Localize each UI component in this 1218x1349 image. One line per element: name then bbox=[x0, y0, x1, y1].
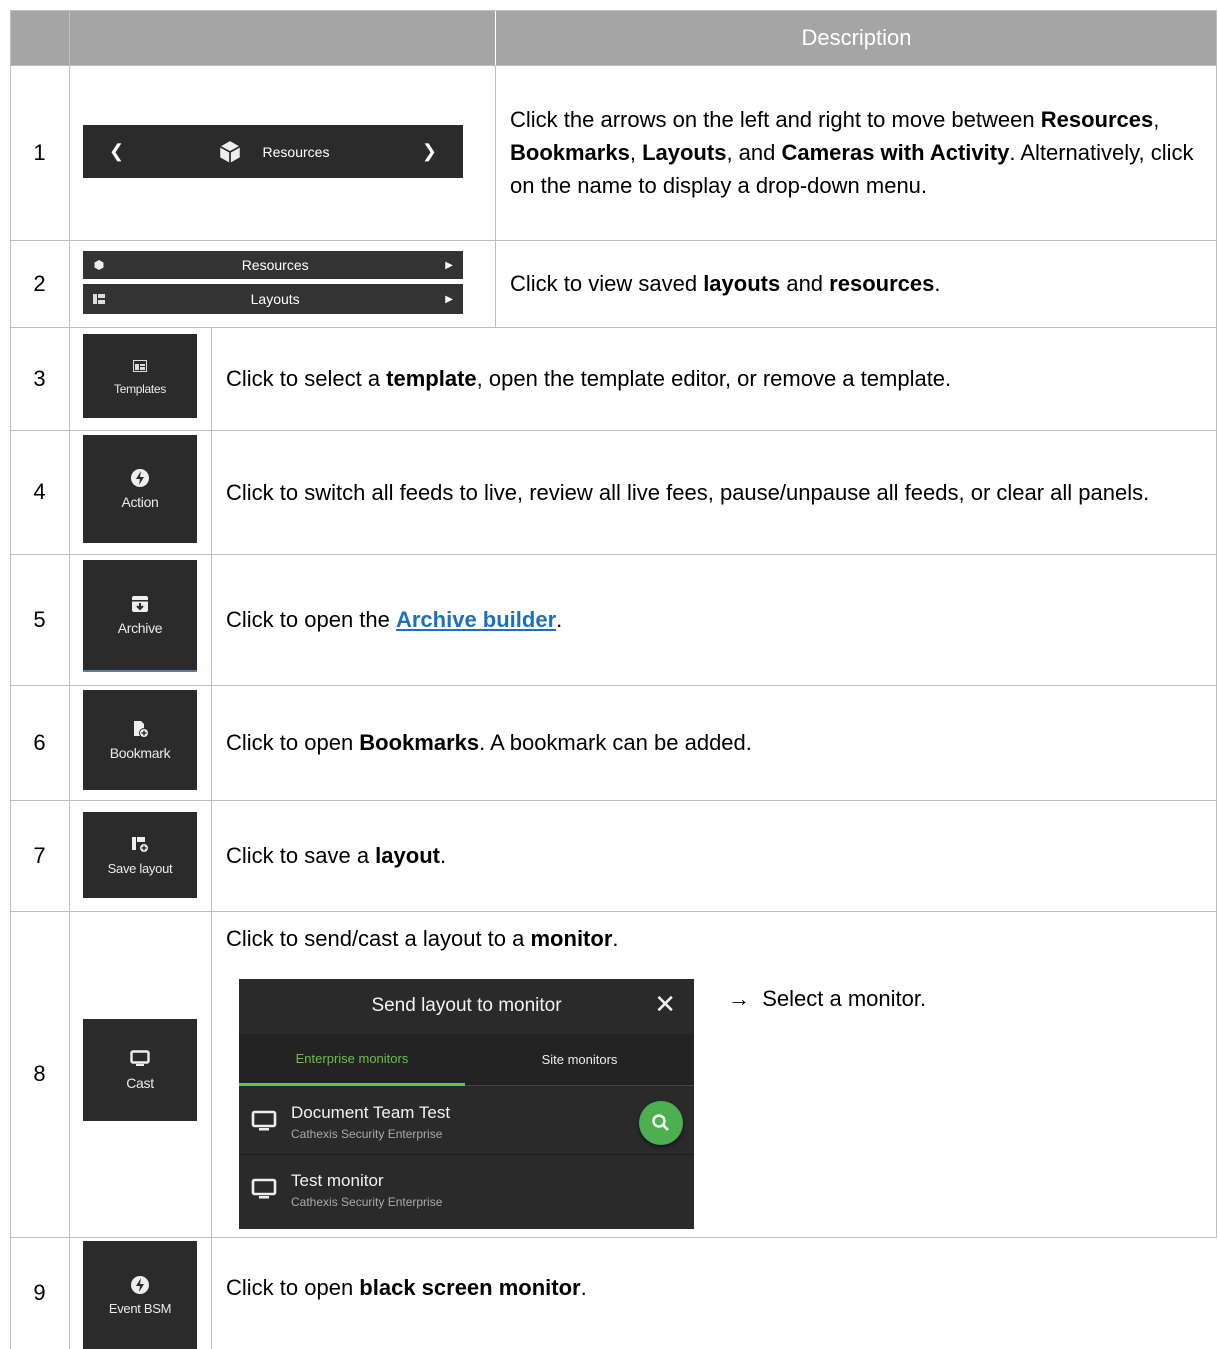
chevron-left-icon[interactable]: ❮ bbox=[109, 141, 124, 162]
row-description: Click to open the Archive builder. bbox=[226, 607, 563, 632]
action-button[interactable]: Action bbox=[83, 435, 197, 543]
dialog-title: Send layout to monitor bbox=[371, 994, 562, 1016]
lightning-icon bbox=[130, 1275, 150, 1295]
caret-right-icon: ▶ bbox=[445, 259, 453, 271]
close-icon[interactable]: ✕ bbox=[654, 991, 676, 1017]
bookmark-label: Bookmark bbox=[109, 745, 171, 761]
search-icon bbox=[652, 1114, 669, 1131]
tab-site-label: Site monitors bbox=[541, 1052, 618, 1067]
cast-button[interactable]: Cast bbox=[83, 1019, 197, 1121]
cube-icon bbox=[219, 140, 240, 163]
tab-site-monitors[interactable]: Site monitors bbox=[465, 1034, 694, 1086]
row-description: Click to select a template, open the tem… bbox=[226, 366, 952, 391]
layout-icon bbox=[93, 294, 105, 304]
monitor-list-item[interactable]: Test monitor Cathexis Security Enterpris… bbox=[239, 1157, 694, 1223]
row-description: Click to open black screen monitor. bbox=[226, 1274, 587, 1300]
bookmark-add-icon bbox=[130, 719, 150, 739]
save-layout-label: Save layout bbox=[107, 860, 173, 876]
templates-icon bbox=[130, 356, 150, 376]
lightning-icon bbox=[130, 468, 150, 488]
layouts-menu-item[interactable]: Layouts ▶ bbox=[83, 284, 463, 314]
resources-menu-item[interactable]: Resources ▶ bbox=[83, 251, 463, 279]
event-bsm-label: Event BSM bbox=[108, 1300, 172, 1316]
archive-button[interactable]: Archive bbox=[83, 560, 197, 672]
row-number: 6 bbox=[33, 729, 46, 755]
row-description: Click to switch all feeds to live, revie… bbox=[226, 479, 1150, 505]
send-layout-dialog: Send layout to monitor ✕ Enterprise moni… bbox=[239, 979, 694, 1229]
row-description: Click to send/cast a layout to a monitor… bbox=[226, 925, 619, 951]
bookmark-button[interactable]: Bookmark bbox=[83, 690, 197, 790]
monitor-name: Document Team Test bbox=[291, 1102, 451, 1122]
row-number: 7 bbox=[33, 842, 46, 868]
header-description: Description bbox=[496, 10, 1217, 65]
templates-label: Templates bbox=[114, 382, 166, 396]
templates-button[interactable]: Templates bbox=[83, 334, 197, 418]
row-description: Click to save a layout. bbox=[226, 843, 447, 868]
row-description: Click to open Bookmarks. A bookmark can … bbox=[226, 730, 752, 755]
row-number: 5 bbox=[33, 606, 46, 632]
resources-label: Resources bbox=[262, 143, 330, 160]
save-layout-button[interactable]: Save layout bbox=[83, 812, 197, 898]
monitor-site: Cathexis Security Enterprise bbox=[291, 1195, 443, 1209]
row-description: Click the arrows on the left and right t… bbox=[510, 107, 1194, 198]
resources-item-label: Resources bbox=[241, 257, 309, 273]
archive-icon bbox=[130, 594, 150, 614]
grid-line bbox=[10, 911, 1217, 912]
cast-label: Cast bbox=[126, 1075, 154, 1091]
grid-line bbox=[10, 10, 1217, 11]
chevron-right-icon[interactable]: ❯ bbox=[422, 141, 437, 162]
cube-icon bbox=[94, 260, 104, 270]
resources-selector[interactable]: Resources bbox=[217, 139, 330, 165]
header-image-cell bbox=[70, 10, 495, 65]
archive-builder-link[interactable]: Archive builder bbox=[396, 607, 556, 632]
tab-enterprise-monitors[interactable]: Enterprise monitors bbox=[239, 1034, 465, 1086]
row-number: 3 bbox=[33, 365, 46, 391]
monitor-icon bbox=[130, 1049, 150, 1069]
monitor-icon bbox=[251, 1110, 277, 1130]
monitor-list-item[interactable]: Document Team Test Cathexis Security Ent… bbox=[239, 1089, 694, 1155]
tab-enterprise-label: Enterprise monitors bbox=[295, 1051, 409, 1066]
monitor-icon bbox=[251, 1178, 277, 1199]
row-description: Click to view saved layouts and resource… bbox=[510, 271, 941, 296]
header-num-cell bbox=[10, 10, 69, 65]
caret-right-icon: ▶ bbox=[445, 293, 453, 305]
monitor-site: Cathexis Security Enterprise bbox=[291, 1126, 443, 1141]
select-monitor-note: → Select a monitor. bbox=[728, 986, 927, 1011]
row-number: 2 bbox=[33, 270, 46, 296]
search-button[interactable] bbox=[639, 1101, 683, 1145]
resources-navigator[interactable]: ❮ Resources ❯ bbox=[83, 125, 463, 178]
document-page: Description 1 ❮ Resources ❯ Click the ar… bbox=[0, 0, 1218, 1349]
action-label: Action bbox=[121, 494, 159, 510]
archive-label: Archive bbox=[117, 620, 163, 636]
row-number: 1 bbox=[33, 139, 46, 165]
layouts-item-label: Layouts bbox=[250, 291, 300, 307]
grid-line bbox=[1216, 10, 1217, 1238]
row-number: 4 bbox=[33, 479, 46, 504]
row-number: 9 bbox=[33, 1280, 46, 1305]
grid-line bbox=[69, 10, 70, 1349]
save-layout-icon bbox=[130, 835, 150, 855]
row-number: 8 bbox=[33, 1061, 46, 1086]
dialog-header: Send layout to monitor ✕ bbox=[239, 979, 694, 1032]
event-bsm-button[interactable]: Event BSM bbox=[83, 1241, 197, 1349]
monitor-name: Test monitor bbox=[291, 1171, 384, 1190]
